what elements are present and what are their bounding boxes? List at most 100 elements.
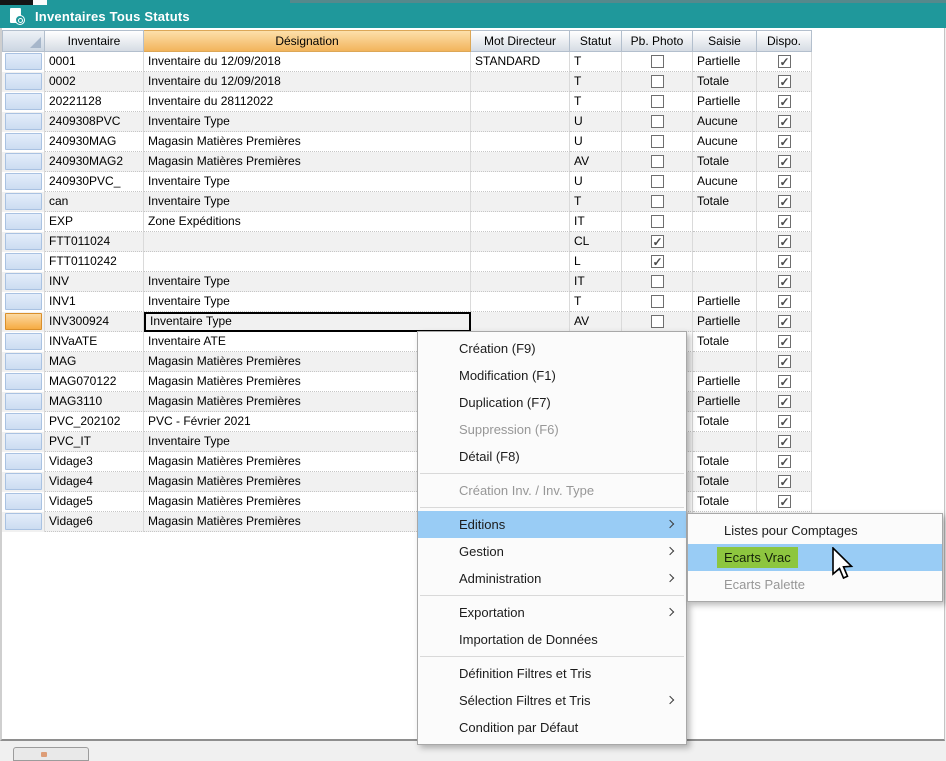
cell-saisie[interactable]: Partielle: [693, 92, 757, 112]
row-header-cell[interactable]: [2, 492, 45, 512]
column-header-saisie[interactable]: Saisie: [693, 30, 757, 52]
cell-saisie[interactable]: Totale: [693, 152, 757, 172]
cell-statut[interactable]: T: [570, 292, 622, 312]
menu-item[interactable]: Sélection Filtres et Tris: [418, 687, 686, 714]
cell-dispo[interactable]: [757, 52, 812, 72]
pb-checkbox[interactable]: [651, 275, 664, 288]
cell-dispo[interactable]: [757, 472, 812, 492]
cell-inv[interactable]: INVaATE: [45, 332, 144, 352]
cell-statut[interactable]: IT: [570, 272, 622, 292]
menu-item[interactable]: Gestion: [418, 538, 686, 565]
dispo-checkbox[interactable]: [778, 295, 791, 308]
cell-inv[interactable]: 240930PVC_: [45, 172, 144, 192]
cell-saisie[interactable]: Aucune: [693, 132, 757, 152]
menu-item[interactable]: Duplication (F7): [418, 389, 686, 416]
cell-dispo[interactable]: [757, 272, 812, 292]
cell-des[interactable]: Inventaire Type: [144, 312, 471, 332]
menu-item[interactable]: Création (F9): [418, 335, 686, 362]
cell-inv[interactable]: PVC_202102: [45, 412, 144, 432]
cell-pb[interactable]: [622, 172, 693, 192]
cell-statut[interactable]: T: [570, 72, 622, 92]
dispo-checkbox[interactable]: [778, 395, 791, 408]
submenu-item[interactable]: Listes pour Comptages: [688, 517, 942, 544]
cell-statut[interactable]: IT: [570, 212, 622, 232]
dispo-checkbox[interactable]: [778, 115, 791, 128]
row-header-cell[interactable]: [2, 512, 45, 532]
cell-des[interactable]: [144, 252, 471, 272]
row-header-cell[interactable]: [2, 192, 45, 212]
cell-statut[interactable]: CL: [570, 232, 622, 252]
cell-saisie[interactable]: [693, 432, 757, 452]
cell-des[interactable]: Inventaire du 12/09/2018: [144, 52, 471, 72]
dispo-checkbox[interactable]: [778, 175, 791, 188]
cell-inv[interactable]: EXP: [45, 212, 144, 232]
cell-dispo[interactable]: [757, 432, 812, 452]
pb-checkbox[interactable]: [651, 295, 664, 308]
dispo-checkbox[interactable]: [778, 475, 791, 488]
menu-item[interactable]: Importation de Données: [418, 626, 686, 653]
cell-mot[interactable]: [471, 272, 570, 292]
row-header-cell[interactable]: [2, 172, 45, 192]
pb-checkbox[interactable]: [651, 55, 664, 68]
cell-des[interactable]: Inventaire Type: [144, 292, 471, 312]
cell-dispo[interactable]: [757, 352, 812, 372]
cell-dispo[interactable]: [757, 492, 812, 512]
cell-mot[interactable]: [471, 92, 570, 112]
cell-pb[interactable]: [622, 312, 693, 332]
dispo-checkbox[interactable]: [778, 155, 791, 168]
cell-pb[interactable]: [622, 252, 693, 272]
row-header-cell[interactable]: [2, 332, 45, 352]
cell-des[interactable]: Inventaire Type: [144, 172, 471, 192]
pb-checkbox[interactable]: [651, 255, 664, 268]
cell-pb[interactable]: [622, 272, 693, 292]
cell-saisie[interactable]: [693, 252, 757, 272]
pb-checkbox[interactable]: [651, 315, 664, 328]
cell-mot[interactable]: [471, 152, 570, 172]
cell-pb[interactable]: [622, 232, 693, 252]
cell-dispo[interactable]: [757, 72, 812, 92]
cell-mot[interactable]: [471, 252, 570, 272]
dispo-checkbox[interactable]: [778, 55, 791, 68]
cell-inv[interactable]: 20221128: [45, 92, 144, 112]
cell-pb[interactable]: [622, 292, 693, 312]
menu-item[interactable]: Suppression (F6): [418, 416, 686, 443]
dispo-checkbox[interactable]: [778, 335, 791, 348]
row-header-cell[interactable]: [2, 352, 45, 372]
cell-inv[interactable]: Vidage6: [45, 512, 144, 532]
cell-inv[interactable]: MAG070122: [45, 372, 144, 392]
row-header-cell[interactable]: [2, 112, 45, 132]
cell-statut[interactable]: U: [570, 172, 622, 192]
cell-dispo[interactable]: [757, 292, 812, 312]
cell-saisie[interactable]: Totale: [693, 472, 757, 492]
cell-saisie[interactable]: Partielle: [693, 52, 757, 72]
cell-pb[interactable]: [622, 52, 693, 72]
row-header-cell[interactable]: [2, 312, 45, 332]
row-header-cell[interactable]: [2, 232, 45, 252]
cell-dispo[interactable]: [757, 232, 812, 252]
dispo-checkbox[interactable]: [778, 435, 791, 448]
row-header-cell[interactable]: [2, 472, 45, 492]
column-header-inv[interactable]: Inventaire: [45, 30, 144, 52]
cell-mot[interactable]: STANDARD: [471, 52, 570, 72]
cell-statut[interactable]: U: [570, 132, 622, 152]
dispo-checkbox[interactable]: [778, 275, 791, 288]
row-header-cell[interactable]: [2, 412, 45, 432]
dispo-checkbox[interactable]: [778, 495, 791, 508]
cell-inv[interactable]: Vidage3: [45, 452, 144, 472]
cell-inv[interactable]: 0002: [45, 72, 144, 92]
dispo-checkbox[interactable]: [778, 355, 791, 368]
cell-saisie[interactable]: Partielle: [693, 312, 757, 332]
pb-checkbox[interactable]: [651, 115, 664, 128]
cell-inv[interactable]: can: [45, 192, 144, 212]
cell-inv[interactable]: Vidage5: [45, 492, 144, 512]
cell-saisie[interactable]: Aucune: [693, 172, 757, 192]
dispo-checkbox[interactable]: [778, 415, 791, 428]
pb-checkbox[interactable]: [651, 215, 664, 228]
pb-checkbox[interactable]: [651, 75, 664, 88]
row-header-cell[interactable]: [2, 52, 45, 72]
cell-des[interactable]: Inventaire Type: [144, 112, 471, 132]
partial-button[interactable]: [13, 747, 89, 761]
cell-pb[interactable]: [622, 72, 693, 92]
cell-mot[interactable]: [471, 172, 570, 192]
pb-checkbox[interactable]: [651, 195, 664, 208]
